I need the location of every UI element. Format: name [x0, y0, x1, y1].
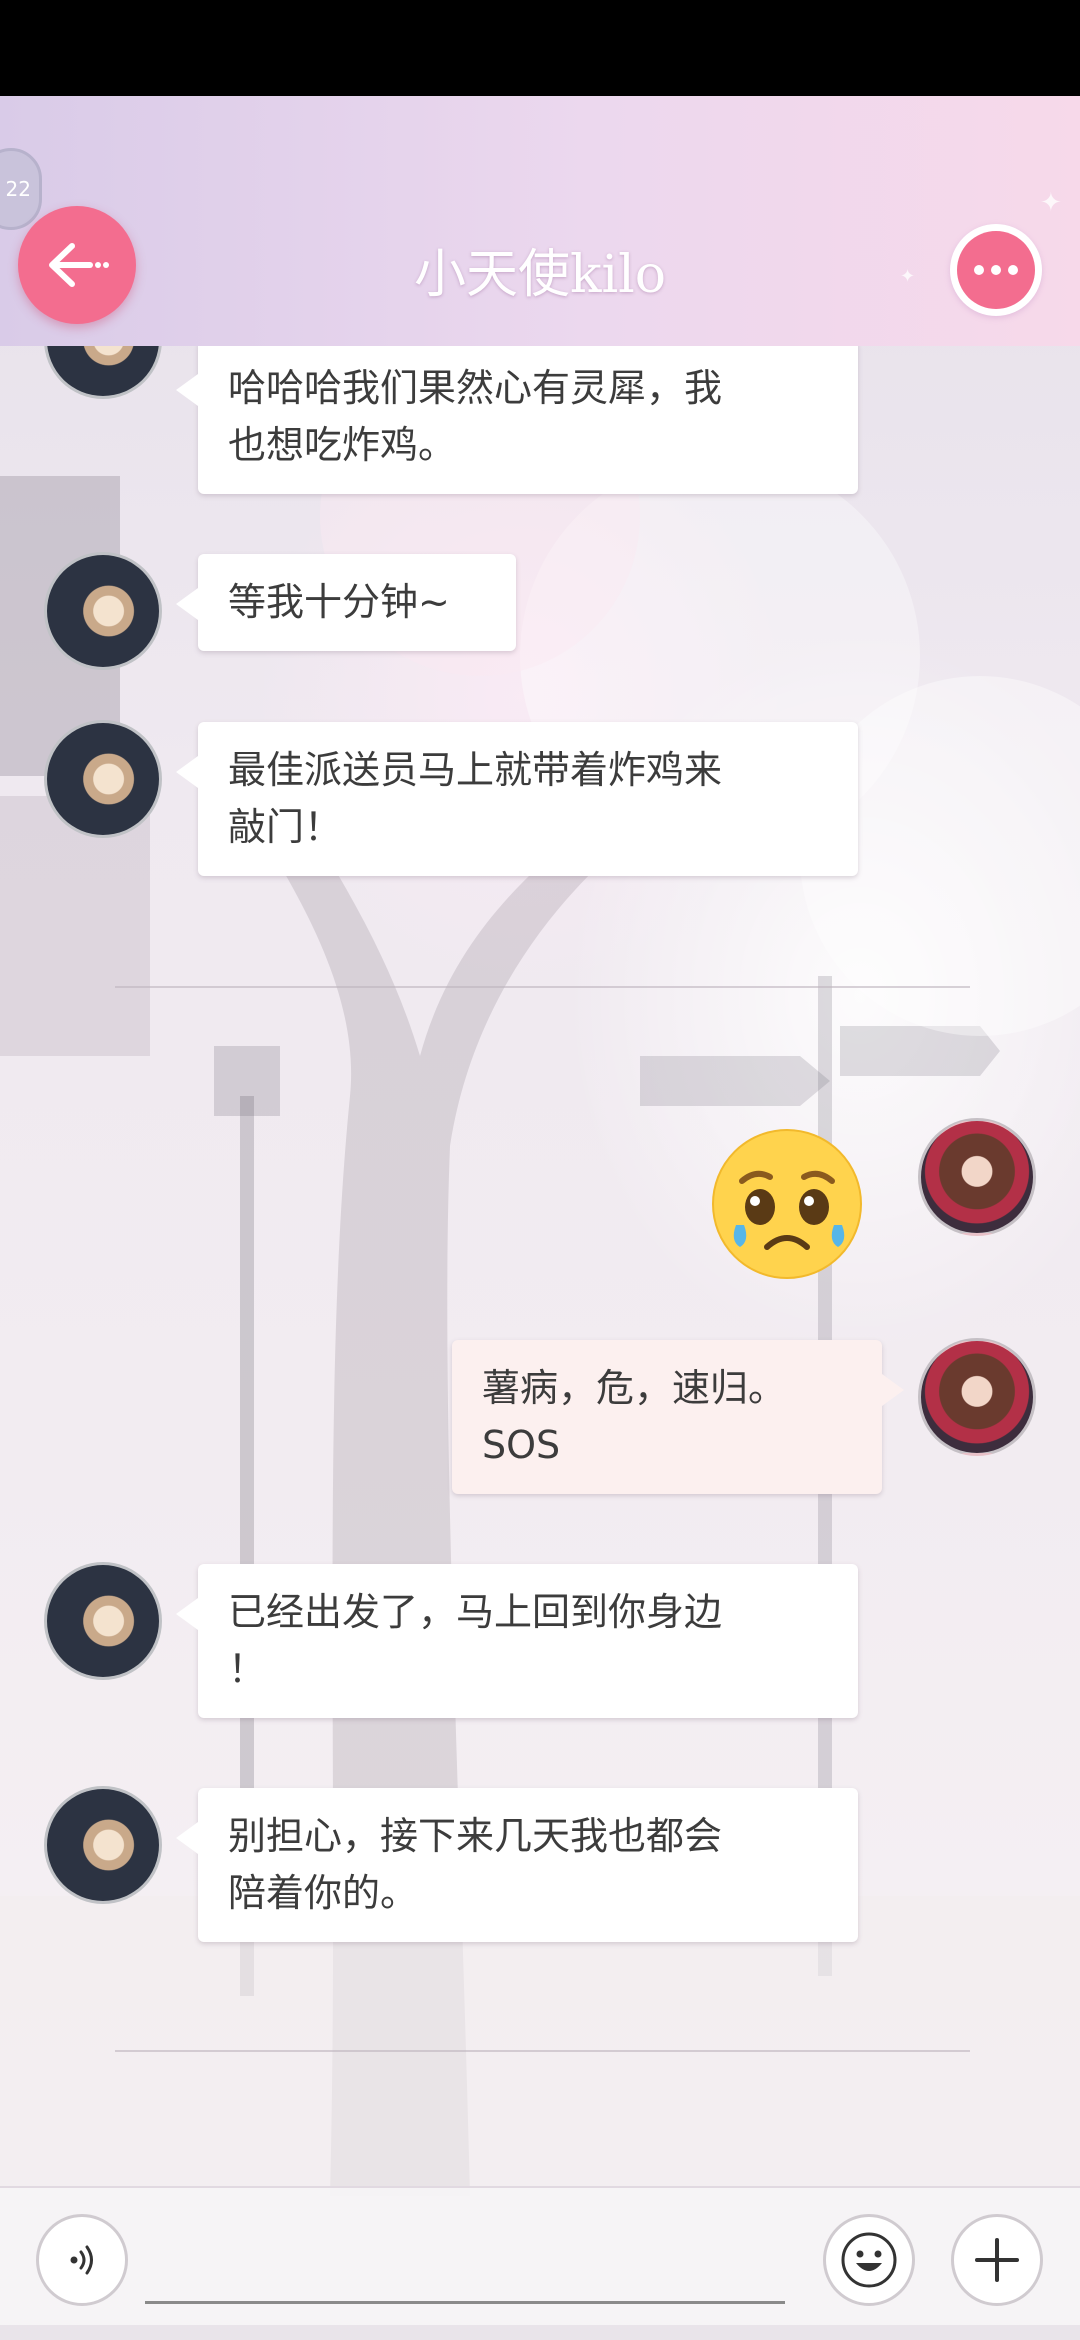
- message-text: 已经出发了，马上回到你身边: [228, 1590, 723, 1634]
- pleading-face-emoji[interactable]: [712, 1129, 862, 1279]
- timer-badge-text: 22: [5, 177, 31, 201]
- message-text: 哈哈哈我们果然心有灵犀，我: [228, 366, 723, 410]
- status-bar: [0, 0, 1080, 96]
- contact-avatar[interactable]: [44, 720, 162, 838]
- message-text: 别担心，接下来几天我也都会: [228, 1814, 723, 1858]
- message-bubble-received[interactable]: 等我十分钟~: [176, 554, 516, 651]
- message-bubble-sent[interactable]: 薯病，危，速归。 SOS: [452, 1340, 904, 1494]
- message-text: 等我十分钟~: [228, 580, 450, 624]
- emoji-button[interactable]: [823, 2214, 915, 2306]
- message-bubble-received[interactable]: 已经出发了，马上回到你身边 ！: [176, 1564, 858, 1718]
- more-button[interactable]: [950, 224, 1042, 316]
- message-text: 薯病，危，速归。: [482, 1366, 787, 1410]
- section-divider: [115, 986, 970, 988]
- message-text: ！: [228, 1647, 267, 1691]
- message-text: 敲门！: [228, 805, 343, 849]
- timer-badge[interactable]: 22: [0, 148, 42, 230]
- message-text: 也想吃炸鸡。: [228, 423, 457, 467]
- message-bubble-received[interactable]: 哈哈哈我们果然心有灵犀，我 也想吃炸鸡。: [176, 346, 858, 494]
- contact-avatar[interactable]: [44, 1786, 162, 1904]
- page-title: 小天使kilo: [413, 245, 667, 305]
- more-dots-icon: [957, 231, 1035, 309]
- plus-icon: [975, 2238, 1019, 2282]
- sparkle-icon: ✦: [1040, 188, 1062, 218]
- chat-message-list[interactable]: 哈哈哈我们果然心有灵犀，我 也想吃炸鸡。 等我十分钟~ 最佳派送员马上就带着炸鸡…: [0, 346, 1080, 2186]
- user-avatar[interactable]: [918, 1338, 1036, 1456]
- contact-avatar[interactable]: [44, 552, 162, 670]
- message-input[interactable]: [145, 2232, 785, 2304]
- message-text: SOS: [482, 1423, 561, 1467]
- contact-avatar[interactable]: [44, 346, 162, 399]
- voice-icon: [70, 2245, 93, 2275]
- section-divider: [115, 2050, 970, 2052]
- add-button[interactable]: [951, 2214, 1043, 2306]
- system-nav-strip: [0, 2325, 1080, 2340]
- message-text: 最佳派送员马上就带着炸鸡来: [228, 748, 723, 792]
- message-text: 陪着你的。: [228, 1871, 419, 1915]
- contact-avatar[interactable]: [44, 1562, 162, 1680]
- chat-header: ✦ ✦: [0, 96, 1080, 346]
- emoji-icon: [841, 2232, 897, 2288]
- user-avatar[interactable]: [918, 1118, 1036, 1236]
- message-bubble-received[interactable]: 最佳派送员马上就带着炸鸡来 敲门！: [176, 722, 858, 876]
- message-bubble-received[interactable]: 别担心，接下来几天我也都会 陪着你的。: [176, 1788, 858, 1942]
- voice-button[interactable]: [36, 2214, 128, 2306]
